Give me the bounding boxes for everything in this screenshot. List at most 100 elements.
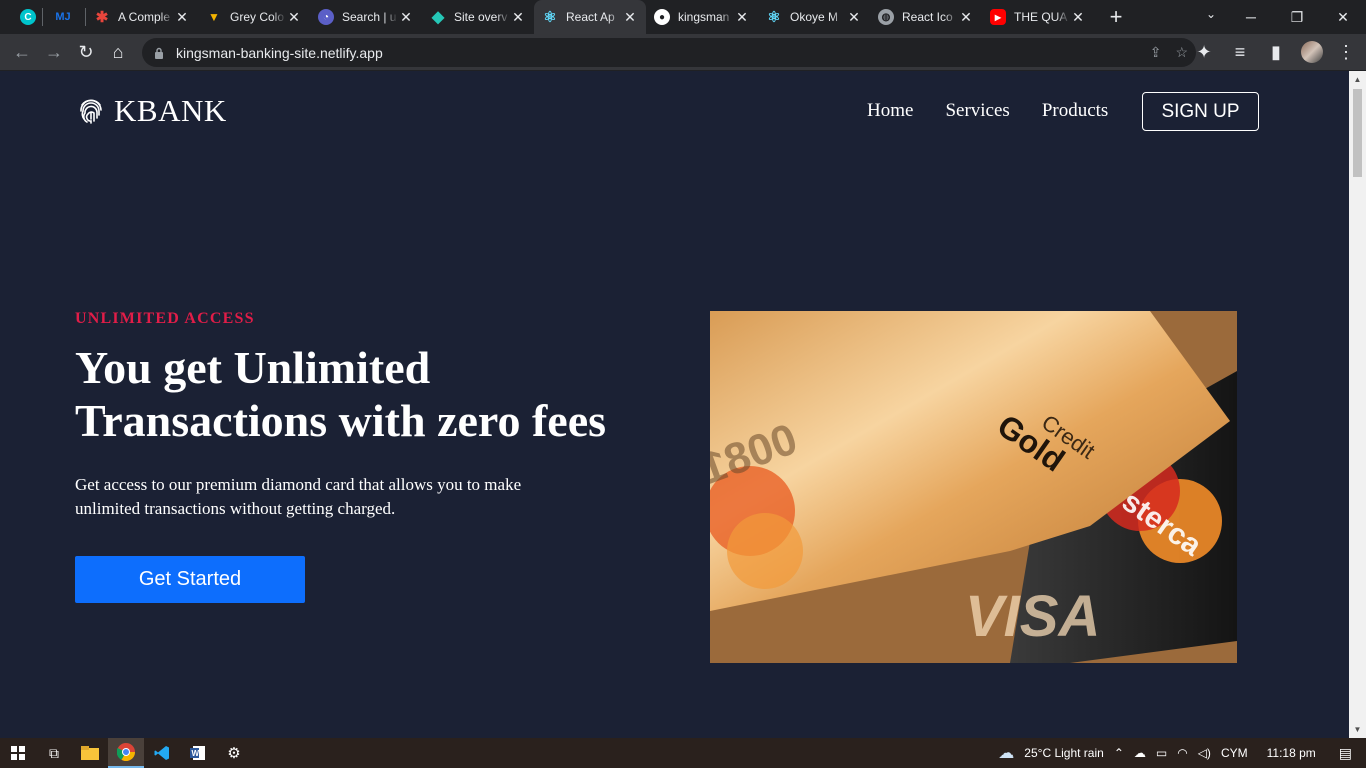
close-window-icon[interactable]: ✕ (1320, 9, 1366, 26)
nav-products[interactable]: Products (1042, 100, 1109, 122)
chevron-up-icon[interactable]: ⌃ (1114, 746, 1124, 760)
tab-title: Grey Colo (230, 10, 285, 24)
svg-text:W: W (192, 749, 200, 758)
url-text: kingsman-banking-site.netlify.app (176, 44, 383, 61)
fingerprint-icon (80, 99, 102, 124)
tab-8[interactable]: ⚛ Okoye M ✕ (758, 0, 870, 34)
tab-9[interactable]: ◍ React Ico ✕ (870, 0, 982, 34)
tab-title: A Comple (118, 10, 171, 24)
weather-cloud-icon[interactable]: ☁ (998, 743, 1014, 763)
get-started-button[interactable]: Get Started (75, 556, 305, 603)
tab-title: THE QUA (1014, 10, 1068, 24)
hero-title: You get Unlimited Transactions with zero… (75, 342, 607, 446)
scrollbar-thumb[interactable] (1353, 89, 1362, 177)
tab-search-icon[interactable]: ⌄ (1206, 7, 1216, 21)
close-icon[interactable]: ✕ (174, 9, 190, 26)
react-icon: ⚛ (767, 9, 781, 26)
minimize-icon[interactable]: ─ (1228, 9, 1274, 25)
mj-icon: MJ (55, 11, 71, 23)
restore-icon[interactable]: ❐ (1274, 9, 1320, 26)
tab-6-active[interactable]: ⚛ React Ap ✕ (534, 0, 646, 34)
scroll-down-icon[interactable]: ▼ (1349, 721, 1366, 738)
credit-card-illustration: 0081 Credit Gold sterca VISA (710, 311, 1237, 663)
search-app-icon: ◔ (318, 9, 334, 25)
signup-button[interactable]: SIGN UP (1142, 92, 1259, 131)
address-bar[interactable]: kingsman-banking-site.netlify.app ⇪ ☆ (142, 38, 1196, 67)
task-view-icon[interactable]: ⧉ (36, 738, 72, 768)
wifi-icon[interactable]: ◠ (1177, 746, 1187, 760)
side-panel-icon[interactable]: ▮ (1260, 36, 1292, 68)
notification-icon[interactable]: ▤ (1339, 745, 1352, 762)
back-icon[interactable]: ← (6, 36, 38, 68)
extensions-icon[interactable]: ✦ (1188, 36, 1220, 68)
tab-canva[interactable]: C (0, 0, 42, 34)
hero-description: Get access to our premium diamond card t… (75, 475, 522, 518)
chrome-icon[interactable] (108, 738, 144, 768)
tab-mj[interactable]: MJ (43, 0, 85, 34)
page-viewport: KBANK Home Services Products SIGN UP UNL… (0, 71, 1349, 738)
credit-card-image: 0081 Credit Gold sterca VISA (710, 311, 1237, 663)
visa-text: VISA (965, 584, 1100, 649)
site-logo[interactable]: KBANK (78, 93, 227, 129)
tab-5[interactable]: ◆ Site overv ✕ (422, 0, 534, 34)
bookmark-star-icon[interactable]: ☆ (1175, 44, 1188, 61)
tab-4[interactable]: ◔ Search | u ✕ (310, 0, 422, 34)
close-icon[interactable]: ✕ (510, 9, 526, 26)
avatar (1301, 41, 1323, 63)
close-icon[interactable]: ✕ (1070, 9, 1086, 26)
tab-title: kingsman (678, 10, 730, 24)
scroll-up-icon[interactable]: ▲ (1349, 71, 1366, 88)
word-icon[interactable]: W (180, 738, 216, 768)
shield-icon: ▼ (208, 10, 220, 24)
close-icon[interactable]: ✕ (622, 9, 638, 26)
globe-icon: ◍ (878, 9, 894, 25)
github-icon: ● (654, 9, 670, 25)
browser-toolbar: ← → ↻ ⌂ kingsman-banking-site.netlify.ap… (0, 34, 1366, 71)
forward-icon[interactable]: → (38, 36, 70, 68)
asterisk-icon: ✱ (95, 9, 109, 26)
nav-home[interactable]: Home (867, 100, 913, 122)
volume-icon[interactable]: ◁) (1198, 746, 1211, 760)
canva-icon: C (20, 9, 36, 25)
tab-10[interactable]: ▶ THE QUA ✕ (982, 0, 1094, 34)
tab-title: Okoye M (790, 10, 839, 24)
onedrive-cloud-icon[interactable]: ☁ (1134, 746, 1146, 760)
profile-avatar[interactable] (1296, 36, 1328, 68)
lock-icon (152, 46, 166, 60)
system-tray: ☁ 25°C Light rain ⌃ ☁ ▭ ◠ ◁) CYM 11:18 p… (993, 738, 1366, 768)
battery-icon[interactable]: ▭ (1156, 746, 1167, 760)
file-explorer-icon[interactable] (72, 738, 108, 768)
close-icon[interactable]: ✕ (286, 9, 302, 26)
close-icon[interactable]: ✕ (398, 9, 414, 26)
menu-kebab-icon[interactable]: ⋮ (1330, 36, 1362, 68)
brand-name: KBANK (114, 93, 227, 128)
settings-gear-icon[interactable]: ⚙ (216, 738, 252, 768)
youtube-icon: ▶ (990, 9, 1006, 25)
tab-title: React Ap (566, 10, 615, 24)
hero-tagline: UNLIMITED ACCESS (75, 310, 255, 327)
tab-3[interactable]: ▼ Grey Colo ✕ (198, 0, 310, 34)
tab-7[interactable]: ● kingsman ✕ (646, 0, 758, 34)
netlify-icon: ◆ (431, 9, 445, 26)
close-icon[interactable]: ✕ (958, 9, 974, 26)
page-scrollbar[interactable]: ▲ ▼ (1349, 71, 1366, 738)
language-indicator[interactable]: CYM (1221, 746, 1248, 760)
reload-icon[interactable]: ↻ (70, 36, 102, 68)
close-icon[interactable]: ✕ (846, 9, 862, 26)
windows-taskbar: ⧉ W ⚙ ☁ 25°C Light rain ⌃ ☁ ▭ ◠ ◁) CYM 1… (0, 738, 1366, 768)
tab-strip: C MJ ✱ A Comple ✕ ▼ Grey Colo ✕ ◔ Search… (0, 0, 1366, 34)
new-tab-button[interactable]: + (1102, 3, 1130, 31)
share-icon[interactable]: ⇪ (1150, 44, 1162, 61)
start-icon[interactable] (0, 738, 36, 768)
home-icon[interactable]: ⌂ (102, 36, 134, 68)
close-icon[interactable]: ✕ (734, 9, 750, 26)
site-navbar: KBANK Home Services Products SIGN UP (0, 71, 1349, 151)
tab-title: Search | u (342, 10, 397, 24)
weather-text[interactable]: 25°C Light rain (1024, 746, 1104, 760)
vscode-icon[interactable] (144, 738, 180, 768)
nav-services[interactable]: Services (945, 100, 1009, 122)
clock-time[interactable]: 11:18 pm (1267, 746, 1316, 760)
media-queue-icon[interactable]: ≡ (1224, 36, 1256, 68)
tab-2[interactable]: ✱ A Comple ✕ (86, 0, 198, 34)
react-icon: ⚛ (543, 9, 557, 26)
